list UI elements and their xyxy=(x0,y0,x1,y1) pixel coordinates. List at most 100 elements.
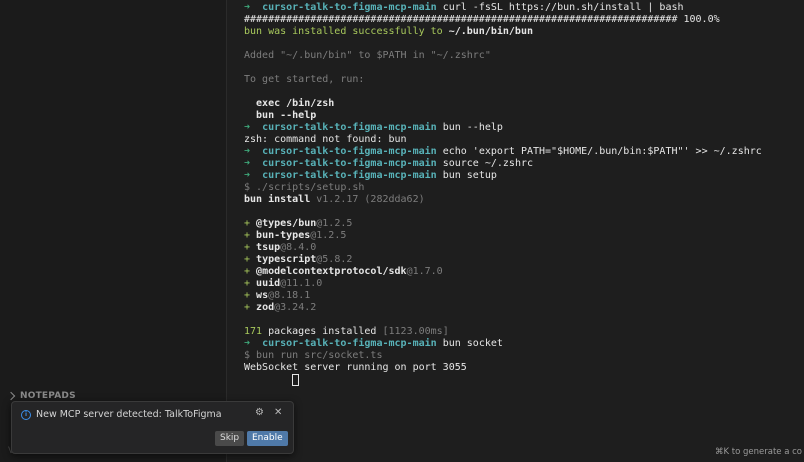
terminal-text: To get started, run: xyxy=(244,74,365,85)
terminal-output[interactable]: zsh: command not found: bun➜ cursor-talk… xyxy=(244,0,804,386)
terminal-text: + xyxy=(244,278,257,289)
terminal-text: ➜ xyxy=(244,158,263,169)
terminal-text: @modelcontextprotocol/sdk xyxy=(256,266,407,277)
terminal-text: @1.7.0 xyxy=(406,266,443,277)
terminal-line: $ bun run src/socket.ts xyxy=(244,350,804,362)
terminal-line: + uuid@11.1.0 xyxy=(244,278,804,290)
terminal-text: + xyxy=(244,230,257,241)
terminal-line: + zod@3.24.2 xyxy=(244,302,804,314)
terminal-text: @8.4.0 xyxy=(280,242,317,253)
chevron-right-icon xyxy=(6,391,16,401)
terminal-text: source ~/.zshrc xyxy=(436,158,533,169)
terminal-line: bun install v1.2.17 (282dda62) xyxy=(244,194,804,206)
terminal-line: ➜ cursor-talk-to-figma-mcp-main source ~… xyxy=(244,158,804,170)
terminal-line: ➜ cursor-talk-to-figma-mcp-main curl -fs… xyxy=(244,2,804,14)
terminal-text: bun --help xyxy=(244,110,317,121)
terminal-text: zsh: command not found: bun xyxy=(244,0,407,1)
terminal-text: bun socket xyxy=(436,338,503,349)
terminal-text: [1123.00ms] xyxy=(382,326,449,337)
terminal-text: Added "~/.bun/bin" to $PATH in "~/.zshrc… xyxy=(244,50,491,61)
terminal-line: ➜ cursor-talk-to-figma-mcp-main bun setu… xyxy=(244,170,804,182)
enable-button[interactable]: Enable xyxy=(247,431,288,446)
sidebar: NOTEPADS VS CODE 1.96 xyxy=(0,0,227,462)
info-icon: i xyxy=(21,410,31,420)
terminal-text: ➜ xyxy=(244,170,263,181)
terminal-text: ########################################… xyxy=(244,14,720,25)
terminal-cursor-line xyxy=(244,374,804,386)
terminal-text: bun setup xyxy=(436,170,497,181)
terminal-line: bun was installed successfully to ~/.bun… xyxy=(244,26,804,38)
terminal-text: cursor-talk-to-figma-mcp-main xyxy=(262,146,437,157)
terminal-line: + @types/bun@1.2.5 xyxy=(244,218,804,230)
terminal-text: ws xyxy=(256,290,269,301)
terminal-line: Added "~/.bun/bin" to $PATH in "~/.zshrc… xyxy=(244,50,804,62)
terminal-text: cursor-talk-to-figma-mcp-main xyxy=(262,158,437,169)
terminal-text: curl -fsSL https://bun.sh/install | bash xyxy=(436,2,684,13)
terminal-line: zsh: command not found: bun xyxy=(244,134,804,146)
terminal-text: ➜ xyxy=(244,2,263,13)
terminal-text: @1.2.5 xyxy=(310,230,347,241)
terminal-line: ➜ cursor-talk-to-figma-mcp-main echo 'ex… xyxy=(244,146,804,158)
terminal-text: 171 xyxy=(244,326,263,337)
terminal-text: typescript xyxy=(256,254,317,265)
gear-icon[interactable]: ⚙ xyxy=(255,407,264,418)
terminal-text: bun was installed successfully to xyxy=(244,26,449,37)
terminal-line: ➜ cursor-talk-to-figma-mcp-main bun --he… xyxy=(244,122,804,134)
terminal-line: 171 packages installed [1123.00ms] xyxy=(244,326,804,338)
notification-message: New MCP server detected: TalkToFigma xyxy=(36,409,222,420)
app-window: NOTEPADS VS CODE 1.96 zsh: command not f… xyxy=(0,0,804,462)
terminal-text: + xyxy=(244,302,257,313)
terminal-line: exec /bin/zsh xyxy=(244,98,804,110)
terminal-text: zod xyxy=(256,302,275,313)
terminal-text: @11.1.0 xyxy=(280,278,323,289)
terminal-line: + typescript@5.8.2 xyxy=(244,254,804,266)
terminal-text: + xyxy=(244,290,257,301)
terminal-text: ➜ xyxy=(244,146,263,157)
close-icon[interactable]: ✕ xyxy=(274,407,282,418)
terminal-text: $ bun run src/socket.ts xyxy=(244,350,383,361)
terminal-line: To get started, run: xyxy=(244,74,804,86)
terminal-line: + tsup@8.4.0 xyxy=(244,242,804,254)
terminal-text: ~/.bun/bin/bun xyxy=(448,26,533,37)
terminal-text: uuid xyxy=(256,278,281,289)
terminal-text: $ ./scripts/setup.sh xyxy=(244,182,365,193)
terminal-text: echo 'export PATH="$HOME/.bun/bin:$PATH"… xyxy=(436,146,762,157)
terminal-line: WebSocket server running on port 3055 xyxy=(244,362,804,374)
terminal-line: ########################################… xyxy=(244,14,804,26)
terminal-text: zsh: command not found: bun xyxy=(244,134,407,145)
terminal-line: ➜ cursor-talk-to-figma-mcp-main bun sock… xyxy=(244,338,804,350)
terminal-text: + xyxy=(244,266,257,277)
generate-shortcut-hint: ⌘K to generate a co xyxy=(714,447,802,457)
terminal-text: packages installed xyxy=(262,326,383,337)
terminal-line: $ ./scripts/setup.sh xyxy=(244,182,804,194)
skip-button[interactable]: Skip xyxy=(215,431,245,446)
terminal-text: ➜ xyxy=(244,338,263,349)
terminal-text: @1.2.5 xyxy=(316,218,353,229)
mcp-server-notification: i New MCP server detected: TalkToFigma ⚙… xyxy=(11,401,294,454)
terminal-line: + bun-types@1.2.5 xyxy=(244,230,804,242)
terminal-cursor xyxy=(292,374,300,386)
terminal-text: ➜ xyxy=(244,122,263,133)
terminal-text: exec /bin/zsh xyxy=(244,98,335,109)
terminal-text: @8.18.1 xyxy=(268,290,311,301)
terminal-line: + @modelcontextprotocol/sdk@1.7.0 xyxy=(244,266,804,278)
terminal-text: tsup xyxy=(256,242,281,253)
terminal-text: @3.24.2 xyxy=(274,302,317,313)
terminal-text: @5.8.2 xyxy=(316,254,353,265)
terminal-line: + ws@8.18.1 xyxy=(244,290,804,302)
terminal-text: bun --help xyxy=(436,122,503,133)
terminal-text: @types/bun xyxy=(256,218,317,229)
terminal-text: cursor-talk-to-figma-mcp-main xyxy=(262,338,437,349)
terminal-text: cursor-talk-to-figma-mcp-main xyxy=(262,122,437,133)
terminal-text: + xyxy=(244,218,257,229)
terminal-text: WebSocket server running on port 3055 xyxy=(244,362,467,373)
terminal-line: bun --help xyxy=(244,110,804,122)
terminal-text: v1.2.17 (282dda62) xyxy=(316,194,425,205)
terminal-text: cursor-talk-to-figma-mcp-main xyxy=(262,170,437,181)
terminal-text: bun install xyxy=(244,194,317,205)
